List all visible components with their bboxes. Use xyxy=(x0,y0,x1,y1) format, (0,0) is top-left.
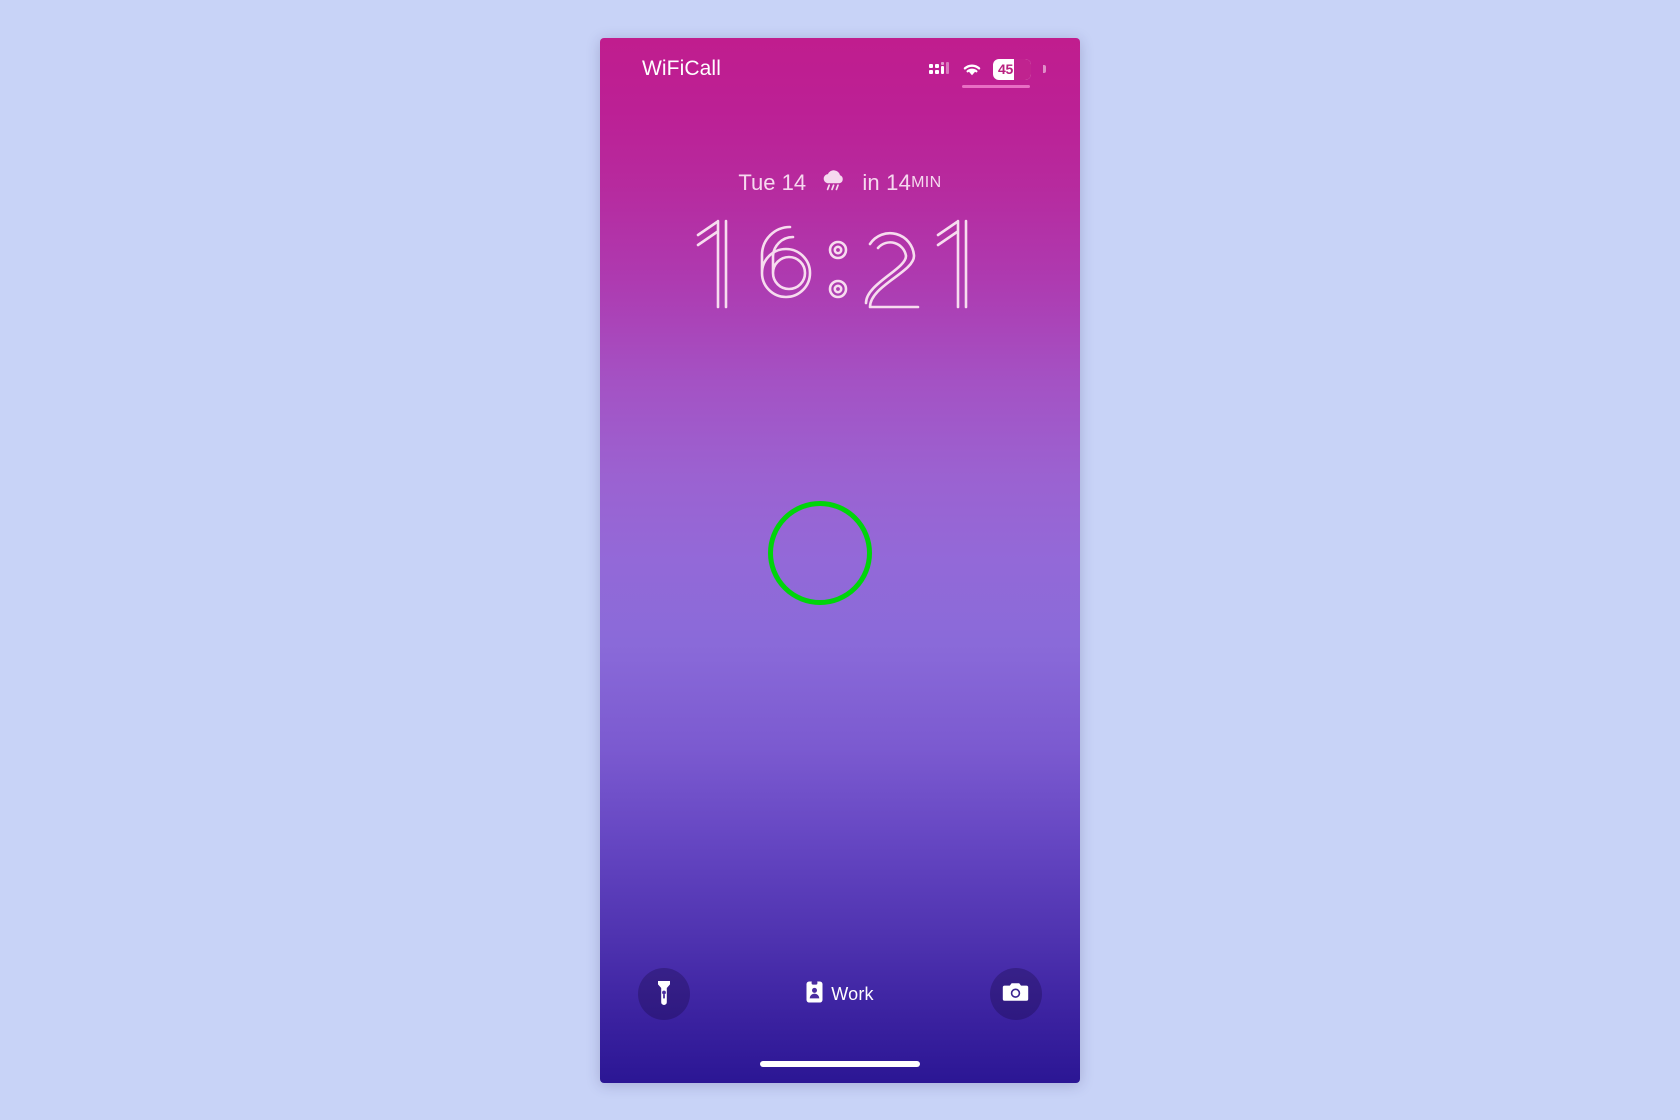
screenshot-root: WiFiCall 45 Tue 14 in 14MIN Work xyxy=(0,0,1680,1120)
battery-indicator: 45 xyxy=(993,58,1031,80)
lock-screen-clock[interactable] xyxy=(600,203,1080,323)
wifi-icon xyxy=(961,61,983,77)
focus-mode-indicator[interactable]: Work xyxy=(806,980,874,1008)
camera-button[interactable] xyxy=(989,968,1042,1020)
cellular-bars-icon xyxy=(929,61,951,77)
forecast-unit-label: MIN xyxy=(911,174,942,191)
phone-lock-screen: WiFiCall 45 Tue 14 in 14MIN Work xyxy=(600,38,1080,1083)
battery-percent: 45 xyxy=(998,61,1013,77)
status-bar: WiFiCall 45 xyxy=(600,38,1080,100)
tap-target-ring xyxy=(768,501,872,605)
home-indicator-bar[interactable] xyxy=(760,1061,920,1067)
date-weather-row[interactable]: Tue 14 in 14MIN xyxy=(600,168,1080,198)
forecast-label: in 14 xyxy=(862,170,912,195)
id-badge-icon xyxy=(806,980,823,1008)
battery-fill xyxy=(1013,58,1031,80)
camera-icon xyxy=(1002,981,1029,1008)
date-label: Tue 14 xyxy=(738,170,807,195)
clock-digits xyxy=(696,219,968,309)
battery-cap-icon xyxy=(1043,65,1046,73)
focus-mode-label: Work xyxy=(831,983,874,1004)
status-accent-underline xyxy=(962,85,1030,88)
status-bar-indicators: 45 xyxy=(929,58,1046,80)
carrier-label: WiFiCall xyxy=(642,57,721,80)
rain-cloud-icon xyxy=(820,168,848,198)
lock-screen-controls: Work xyxy=(600,967,1080,1021)
flashlight-icon xyxy=(652,979,676,1010)
flashlight-button[interactable] xyxy=(638,968,690,1020)
